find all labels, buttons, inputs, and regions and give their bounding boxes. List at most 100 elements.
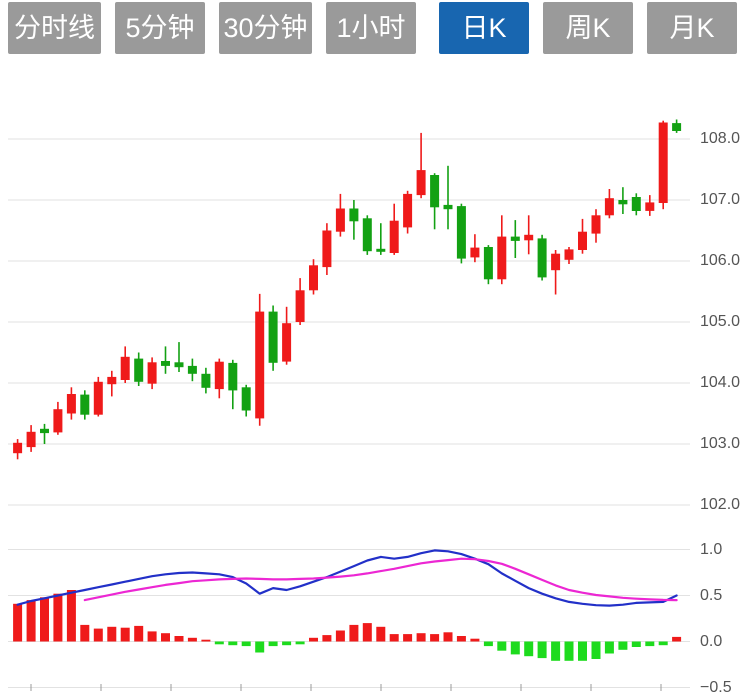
candle-body [538,238,547,277]
macd-histogram-bar [67,590,76,642]
macd-histogram-bar [390,634,399,641]
macd-histogram-bar [94,629,103,642]
macd-histogram-bar [618,642,627,650]
macd-histogram-bar [363,623,372,641]
macd-histogram-bar [659,642,668,646]
price-axis-label: 106.0 [700,252,740,270]
candle-body [524,235,533,241]
candle-body [390,221,399,253]
candle-body [121,357,130,380]
candle-body [363,218,372,251]
chart-canvas [0,0,754,691]
macd-histogram-bar [417,633,426,641]
kline-chart[interactable]: 108.0 107.0 106.0 105.0 104.0 103.0 102.… [0,0,754,691]
candle-body [551,254,560,271]
price-axis-label: 103.0 [700,435,740,453]
macd-histogram-bar [645,642,654,647]
macd-histogram-bar [134,626,143,642]
macd-histogram-bar [511,642,520,655]
candle-body [349,209,358,222]
candle-body [592,215,601,233]
macd-histogram-bar [470,639,479,642]
macd-histogram-bar [497,642,506,651]
price-axis-label: 105.0 [700,313,740,331]
macd-histogram-bar [376,627,385,642]
candle-body [309,265,318,290]
macd-histogram-bar [148,631,157,641]
macd-histogram-bar [551,642,560,661]
macd-histogram-bar [161,633,170,641]
candle-body [40,429,49,433]
macd-histogram-bar [53,594,62,642]
candle-body [403,194,412,228]
macd-histogram-bar [121,628,130,642]
candle-body [444,205,453,209]
candle-body [94,382,103,415]
candle-body [632,197,641,211]
macd-histogram-bar [349,625,358,642]
candle-body [672,123,681,131]
candle-body [228,363,237,391]
candle-body [645,202,654,211]
macd-histogram-bar [309,638,318,642]
candle-body [148,362,157,383]
macd-axis-label: 1.0 [700,541,722,559]
candle-body [269,312,278,363]
candle-body [497,237,506,280]
macd-histogram-bar [296,642,305,645]
macd-histogram-bar [605,642,614,654]
macd-histogram-bar [672,637,681,642]
macd-histogram-bar [40,597,49,641]
candle-body [255,312,264,419]
candle-body [457,206,466,259]
candle-body [134,359,143,382]
candle-body [161,361,170,366]
macd-histogram-bar [242,642,251,647]
macd-histogram-bar [282,642,291,646]
macd-histogram-bar [255,642,264,653]
dif-line [18,550,677,605]
macd-histogram-bar [578,642,587,661]
macd-histogram-bar [538,642,547,659]
macd-histogram-bar [524,642,533,657]
macd-histogram-bar [430,634,439,641]
price-axis-label: 107.0 [700,191,740,209]
candle-body [215,362,224,389]
candle-body [376,249,385,252]
candle-body [67,394,76,414]
candle-body [80,395,89,415]
macd-histogram-bar [403,634,412,641]
candle-body [565,249,574,259]
macd-histogram-bar [444,632,453,641]
macd-histogram-bar [336,631,345,642]
candle-body [484,247,493,279]
dea-line [85,559,677,600]
macd-histogram-bar [228,642,237,646]
macd-histogram-bar [484,642,493,647]
macd-axis-label: 0.0 [700,633,722,651]
macd-histogram-bar [13,604,22,642]
macd-axis-label: 0.5 [700,587,722,605]
candle-body [282,323,291,361]
macd-histogram-bar [80,625,89,642]
candle-body [605,198,614,215]
macd-histogram-bar [632,642,641,648]
candle-body [430,175,439,207]
candle-body [296,290,305,322]
candle-body [322,231,331,268]
macd-histogram-bar [565,642,574,661]
macd-histogram-bar [322,635,331,641]
candle-body [417,170,426,195]
macd-axis-label: −0.5 [700,679,732,697]
macd-histogram-bar [188,638,197,642]
macd-histogram-bar [107,627,116,642]
macd-histogram-bar [201,640,210,642]
candle-body [336,209,345,232]
candle-body [578,232,587,250]
candle-body [13,443,22,453]
candle-body [188,366,197,374]
macd-histogram-bar [175,636,184,642]
candle-body [175,362,184,367]
price-axis-label: 104.0 [700,374,740,392]
candle-body [107,377,116,384]
